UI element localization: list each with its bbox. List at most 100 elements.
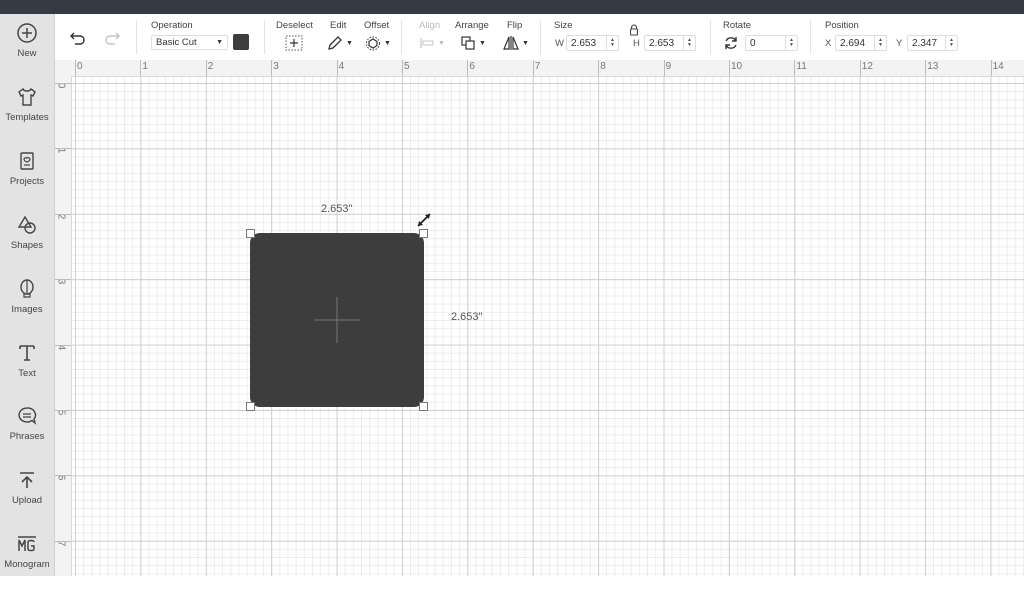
ruler-tick-label: 5: [404, 61, 410, 72]
sidebar-item-label: New: [17, 48, 37, 59]
align-icon: [420, 38, 434, 48]
sidebar-item-monogram[interactable]: Monogram: [0, 533, 54, 593]
sidebar-item-new[interactable]: New: [0, 22, 54, 82]
rotate-label: Rotate: [723, 20, 751, 31]
arrange-button[interactable]: ▼: [460, 34, 486, 52]
ruler-tick: [140, 60, 142, 76]
resize-handle[interactable]: [419, 402, 428, 411]
toolbar-divider: [401, 20, 402, 54]
ruler-tick: [663, 60, 665, 76]
rotate-input[interactable]: 0 ▲ ▼: [745, 35, 798, 51]
top-bar: [0, 0, 1024, 14]
ruler-tick: [336, 60, 338, 76]
ruler-tick-label: 10: [731, 61, 743, 72]
sidebar-item-projects[interactable]: Projects: [0, 150, 54, 210]
y-position-input[interactable]: 2.347 ▲ ▼: [907, 35, 958, 51]
y-value: 2.347: [912, 37, 938, 49]
operation-value: Basic Cut: [156, 37, 197, 48]
operation-select[interactable]: Basic Cut ▼: [151, 35, 228, 50]
arrange-label: Arrange: [455, 20, 489, 31]
chevron-down-icon: ▼: [438, 39, 445, 47]
ruler-tick: [990, 60, 992, 76]
chevron-down-icon: ▼: [384, 39, 391, 47]
horizontal-ruler: 0 1 2 3 4 5 6 7 8 9 10 11 12 13 14: [55, 60, 1024, 77]
vertical-ruler: 01234567: [55, 76, 72, 576]
ruler-tick-label: 14: [992, 61, 1004, 72]
ruler-tick: [729, 60, 730, 76]
toolbar-divider: [540, 20, 541, 54]
edit-button[interactable]: ▼: [327, 34, 353, 52]
delete-handle[interactable]: [246, 229, 255, 238]
deselect-button[interactable]: [285, 34, 303, 52]
flip-button[interactable]: ▼: [503, 34, 529, 52]
sidebar-item-label: Shapes: [10, 240, 44, 251]
chevron-down-icon: ▼: [479, 39, 486, 47]
edit-label: Edit: [330, 20, 347, 31]
text-icon: [19, 345, 35, 361]
color-swatch[interactable]: [233, 34, 249, 50]
ruler-tick-label: 13: [927, 61, 939, 72]
redo-button[interactable]: [103, 29, 121, 47]
align-label: Align: [419, 20, 441, 31]
sidebar-item-images[interactable]: Images: [0, 278, 54, 338]
height-input[interactable]: 2.653 ▲ ▼: [644, 35, 696, 51]
size-label: Size: [554, 20, 573, 31]
sidebar-item-label: Images: [11, 304, 43, 315]
rotate-icon: [725, 37, 737, 49]
sidebar-item-text[interactable]: Text: [0, 342, 54, 402]
ruler-tick-label: 2: [207, 61, 214, 72]
redo-icon: [105, 32, 120, 45]
plus-circle-icon: [17, 23, 37, 43]
ruler-tick: [859, 60, 861, 76]
sidebar-item-templates[interactable]: Templates: [0, 86, 54, 146]
x-position-input[interactable]: 2.694 ▲ ▼: [835, 35, 887, 51]
design-canvas[interactable]: [72, 77, 1024, 576]
width-stepper[interactable]: ▲ ▼: [606, 36, 618, 50]
undo-icon: [70, 32, 85, 45]
position-label: Position: [825, 20, 859, 31]
ruler-tick-label: 12: [861, 61, 873, 72]
ruler-tick: [55, 213, 71, 215]
x-stepper[interactable]: ▲ ▼: [874, 36, 886, 50]
height-label: H: [633, 38, 640, 49]
width-value: 2.653: [571, 37, 597, 49]
undo-button[interactable]: [69, 29, 87, 47]
ruler-tick: [532, 60, 534, 76]
sidebar-item-label: Phrases: [9, 431, 45, 442]
sidebar-item-phrases[interactable]: Phrases: [0, 405, 54, 465]
sidebar-item-upload[interactable]: Upload: [0, 469, 54, 529]
ruler-tick: [598, 60, 600, 76]
ruler-tick-label: 8: [600, 61, 606, 72]
width-label: W: [555, 38, 564, 49]
ruler-tick: [205, 60, 207, 76]
chevron-down-icon: ▼: [216, 39, 223, 46]
toolbar-divider: [810, 20, 811, 54]
square-shape[interactable]: [250, 233, 424, 407]
ruler-tick-label: 7: [534, 61, 541, 72]
toolbar-divider: [136, 20, 137, 54]
ruler-tick: [55, 410, 71, 411]
height-stepper[interactable]: ▲ ▼: [683, 36, 695, 50]
ruler-tick: [55, 148, 71, 150]
sidebar: New Templates Projects Shapes Images Tex…: [0, 14, 55, 576]
pencil-icon: [328, 36, 342, 50]
rotate-stepper[interactable]: ▲ ▼: [785, 36, 797, 50]
ruler-tick-label: 9: [665, 61, 672, 72]
ruler-tick-label: 1: [142, 61, 148, 72]
sidebar-item-shapes[interactable]: Shapes: [0, 214, 54, 274]
offset-button[interactable]: ▼: [365, 34, 391, 52]
y-stepper[interactable]: ▲ ▼: [945, 36, 957, 50]
rotate-button[interactable]: [723, 34, 739, 52]
projects-icon: [20, 152, 34, 170]
chevron-down-icon: ▼: [522, 39, 529, 47]
width-input[interactable]: 2.653 ▲ ▼: [566, 35, 619, 51]
align-button[interactable]: ▼: [419, 34, 445, 52]
deselect-icon: [285, 35, 303, 51]
ruler-tick: [75, 60, 76, 76]
speech-bubble-icon: [18, 407, 37, 425]
lock-handle[interactable]: [246, 402, 255, 411]
sidebar-item-label: Monogram: [4, 559, 50, 570]
ruler-tick: [402, 60, 403, 76]
ruler-tick: [467, 60, 469, 76]
diagonal-resize-icon: [417, 213, 431, 227]
